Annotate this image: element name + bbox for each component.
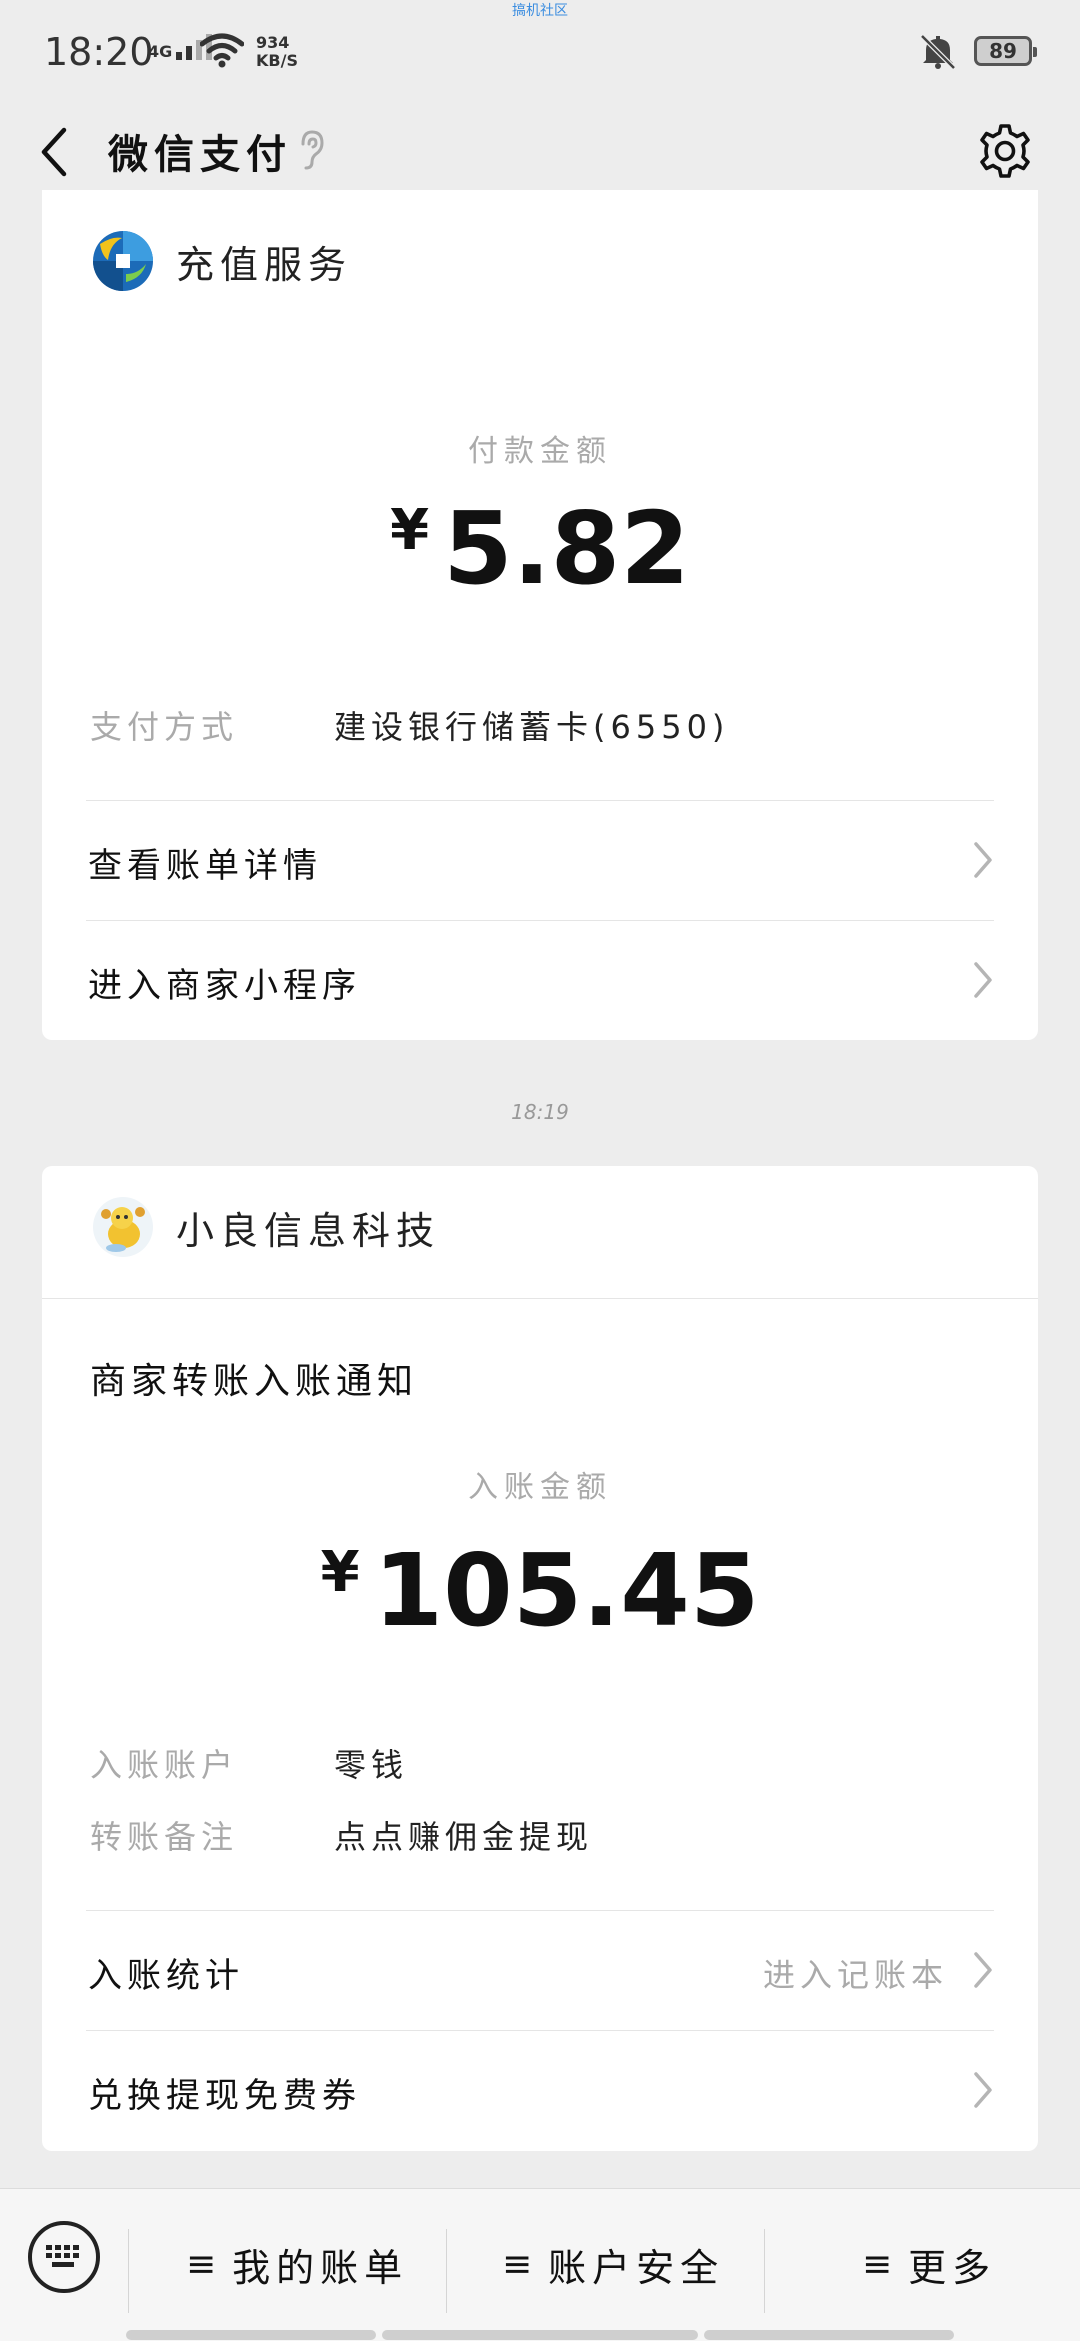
menu-label: 更多 — [908, 2246, 997, 2290]
enter-mini-program-row[interactable]: 进入商家小程序 — [86, 920, 994, 1038]
ear-icon[interactable] — [296, 128, 326, 172]
divider — [42, 1298, 1038, 1299]
notice-title: 商家转账入账通知 — [90, 1361, 419, 1402]
menu-account-security[interactable]: ≡ 账户安全 — [502, 2237, 724, 2292]
system-nav-bar — [126, 2330, 376, 2340]
detail-label: 入账账户 — [90, 1746, 239, 1784]
menu-icon: ≡ — [502, 2244, 539, 2285]
pay-method-label: 支付方式 — [90, 708, 239, 746]
merchant-avatar-icon — [93, 1197, 153, 1257]
payment-amount: ¥5.82 — [42, 490, 1038, 607]
wifi-icon — [200, 33, 244, 68]
menu-my-bills[interactable]: ≡ 我的账单 — [186, 2237, 408, 2292]
separator — [764, 2229, 765, 2313]
keyboard-keys-icon — [46, 2245, 79, 2267]
menu-label: 账户安全 — [548, 2246, 725, 2290]
amount-label: 付款金额 — [468, 434, 612, 469]
battery-icon: 89 — [974, 36, 1037, 66]
speed-value: 934 — [256, 33, 290, 52]
merchant-header: 充值服务 — [92, 230, 352, 292]
detail-row: 转账备注 点点赚佣金提现 — [90, 1812, 593, 1858]
income-stats-row[interactable]: 入账统计 进入记账本 — [86, 1910, 994, 2028]
chevron-right-icon — [974, 1952, 992, 1988]
system-nav-bar — [382, 2330, 698, 2340]
system-nav-bar — [704, 2330, 954, 2340]
detail-value: 零钱 — [334, 1746, 409, 1784]
detail-row: 入账账户 零钱 — [90, 1740, 408, 1786]
menu-icon: ≡ — [186, 2244, 223, 2285]
transfer-card: 小良信息科技 商家转账入账通知 入账金额 ¥105.45 入账账户 零钱 转账备注… — [42, 1166, 1038, 2151]
separator — [128, 2229, 129, 2313]
chevron-right-icon — [974, 962, 992, 998]
row-hint: 进入记账本 — [762, 1956, 948, 1994]
speed-unit: KB/S — [256, 51, 298, 70]
network-speed: 934 KB/S — [256, 34, 298, 70]
payment-card: 充值服务 付款金额 ¥5.82 支付方式 建设银行储蓄卡(6550) 查看账单详情… — [42, 190, 1038, 1040]
back-arrow-icon[interactable] — [38, 126, 68, 178]
menu-icon: ≡ — [862, 2244, 899, 2285]
bottom-menu-bar: ≡ 我的账单 ≡ 账户安全 ≡ 更多 — [0, 2188, 1080, 2341]
amount-label: 入账金额 — [468, 1470, 612, 1505]
status-time: 18:20 — [44, 30, 154, 74]
page-title: 微信支付 — [108, 132, 292, 178]
message-timestamp: 18:19 — [511, 1100, 569, 1124]
menu-label: 我的账单 — [232, 2246, 409, 2290]
merchant-name: 小良信息科技 — [176, 1208, 441, 1253]
row-label: 进入商家小程序 — [88, 966, 361, 1006]
merchant-name: 充值服务 — [176, 242, 353, 287]
ccb-logo-icon — [93, 231, 153, 291]
row-label: 兑换提现免费券 — [88, 2076, 361, 2116]
amount-value: 105.45 — [373, 1532, 760, 1649]
received-amount: ¥105.45 — [42, 1532, 1038, 1649]
detail-label: 转账备注 — [90, 1818, 239, 1856]
currency-symbol: ¥ — [390, 498, 430, 563]
amount-value: 5.82 — [443, 490, 690, 607]
settings-gear-icon[interactable] — [976, 122, 1034, 180]
pay-method-row: 支付方式 建设银行储蓄卡(6550) — [90, 702, 729, 748]
chevron-right-icon — [974, 842, 992, 878]
row-label: 查看账单详情 — [88, 846, 322, 886]
network-type: 4G — [148, 42, 173, 61]
currency-symbol: ¥ — [320, 1540, 360, 1605]
pay-method-value: 建设银行储蓄卡(6550) — [334, 708, 730, 746]
keyboard-icon[interactable] — [28, 2221, 100, 2293]
separator — [446, 2229, 447, 2313]
status-bar: 18:20 4G 934 KB/S 89 — [0, 0, 1080, 100]
row-label: 入账统计 — [88, 1956, 244, 1996]
chevron-right-icon — [974, 2072, 992, 2108]
view-bill-details-row[interactable]: 查看账单详情 — [86, 800, 994, 918]
mute-icon — [920, 34, 956, 70]
menu-more[interactable]: ≡ 更多 — [862, 2237, 996, 2292]
merchant-header[interactable]: 小良信息科技 — [92, 1196, 440, 1258]
detail-value: 点点赚佣金提现 — [334, 1818, 594, 1856]
free-withdrawal-coupon-row[interactable]: 兑换提现免费券 — [86, 2030, 994, 2148]
